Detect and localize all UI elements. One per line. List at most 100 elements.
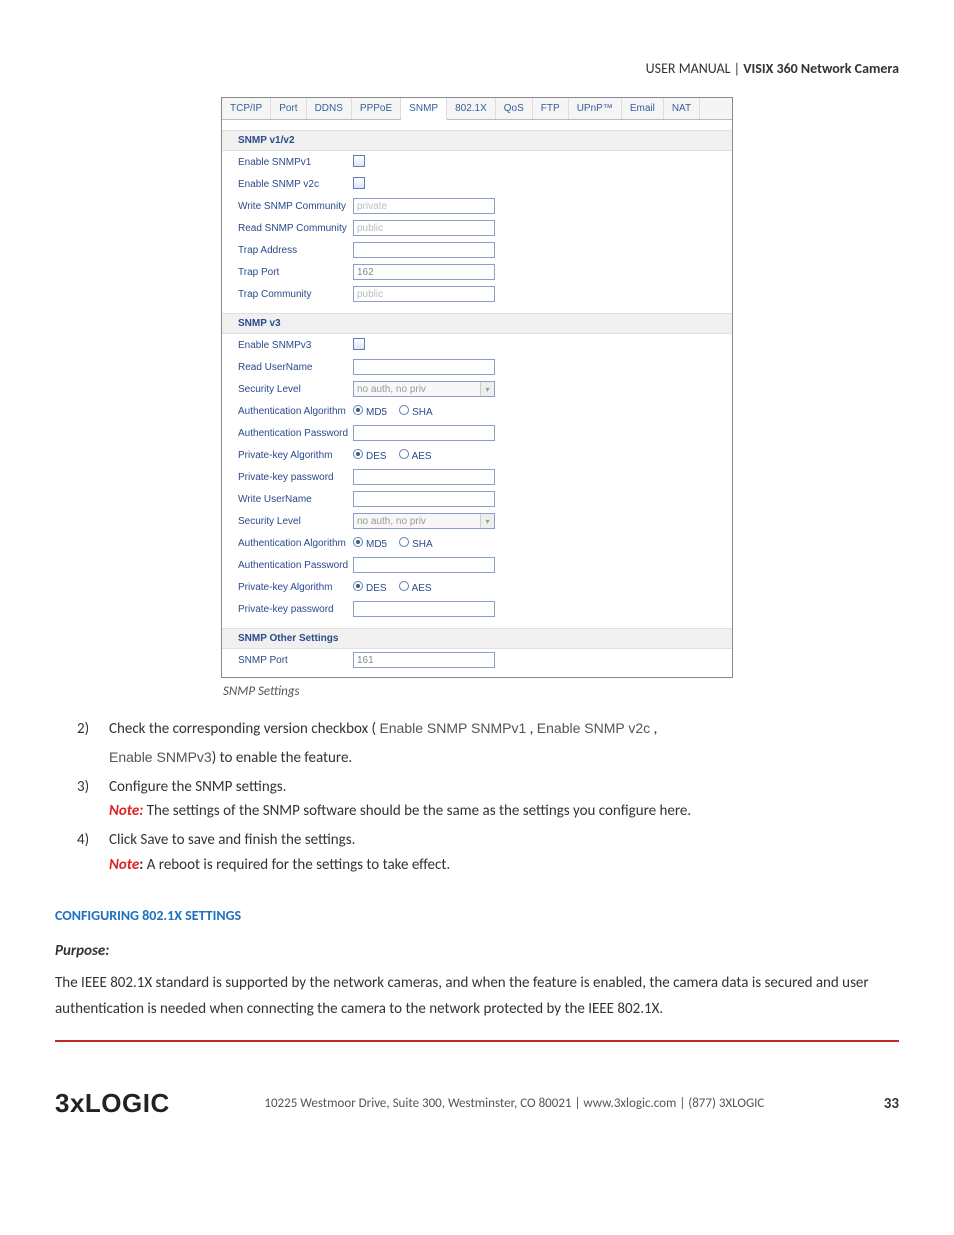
label-auth-password-read: Authentication Password xyxy=(238,428,353,439)
input-snmp-port[interactable] xyxy=(353,652,495,668)
section-snmp-other: SNMP Other Settings xyxy=(222,628,732,649)
step-number: 3) xyxy=(77,775,89,800)
label-pk-algo-read: Private-key Algorithm xyxy=(238,450,353,461)
radio-sha-read[interactable] xyxy=(399,405,409,415)
input-write-username[interactable] xyxy=(353,491,495,507)
input-auth-password-write[interactable] xyxy=(353,557,495,573)
input-trap-address[interactable] xyxy=(353,242,495,258)
input-write-community[interactable] xyxy=(353,198,495,214)
step-3: 3) Configure the SNMP settings. Note: Th… xyxy=(55,775,899,825)
page-number: 33 xyxy=(859,1095,899,1113)
radio-md5-read[interactable] xyxy=(353,405,363,415)
radio-md5-write[interactable] xyxy=(353,537,363,547)
select-value: no auth, no priv xyxy=(357,384,426,395)
page-footer: 3xLOGIC 10225 Westmoor Drive, Suite 300,… xyxy=(55,1088,899,1119)
header-title: VISIX 360 Network Camera xyxy=(743,60,899,77)
select-value: no auth, no priv xyxy=(357,516,426,527)
radio-des-read[interactable] xyxy=(353,449,363,459)
checkbox-enable-snmpv2c[interactable] xyxy=(353,177,365,189)
radio-md5-label: MD5 xyxy=(366,407,387,418)
note-label: Note xyxy=(109,856,139,874)
step-text: ) to enable the feature. xyxy=(212,749,353,767)
tab-tcpip[interactable]: TCP/IP xyxy=(222,98,271,119)
tab-bar: TCP/IP Port DDNS PPPoE SNMP 802.1X QoS F… xyxy=(222,98,732,120)
inline-ui-text: Enable SNMP SNMPv1 xyxy=(379,720,526,736)
label-trap-address: Trap Address xyxy=(238,245,353,256)
radio-des-write[interactable] xyxy=(353,581,363,591)
note-text: A reboot is required for the settings to… xyxy=(143,856,450,874)
step-2-continued: Enable SNMPv3) to enable the feature. xyxy=(55,746,899,771)
radio-sha-label: SHA xyxy=(412,407,433,418)
label-write-community: Write SNMP Community xyxy=(238,201,353,212)
input-read-community[interactable] xyxy=(353,220,495,236)
label-snmp-port: SNMP Port xyxy=(238,655,353,666)
radio-aes-write[interactable] xyxy=(399,581,409,591)
tab-ftp[interactable]: FTP xyxy=(533,98,569,119)
label-security-level-read: Security Level xyxy=(238,384,353,395)
label-auth-algo-write: Authentication Algorithm xyxy=(238,538,353,549)
figure-caption: SNMP Settings xyxy=(221,684,733,699)
input-pk-password-read[interactable] xyxy=(353,469,495,485)
label-write-username: Write UserName xyxy=(238,494,353,505)
tab-pppoe[interactable]: PPPoE xyxy=(352,98,401,119)
radio-aes-read[interactable] xyxy=(399,449,409,459)
footer-divider xyxy=(55,1040,899,1042)
label-read-username: Read UserName xyxy=(238,362,353,373)
step-number: 2) xyxy=(77,717,89,742)
purpose-label: Purpose: xyxy=(55,939,899,964)
label-auth-password-write: Authentication Password xyxy=(238,560,353,571)
radio-sha-write[interactable] xyxy=(399,537,409,547)
tab-snmp[interactable]: SNMP xyxy=(401,98,447,120)
footer-address: 10225 Westmoor Drive, Suite 300, Westmin… xyxy=(170,1096,859,1111)
radio-md5-label: MD5 xyxy=(366,539,387,550)
label-enable-snmpv2c: Enable SNMP v2c xyxy=(238,179,353,190)
snmp-settings-panel: TCP/IP Port DDNS PPPoE SNMP 802.1X QoS F… xyxy=(221,97,733,678)
logo: 3xLOGIC xyxy=(55,1088,170,1119)
tab-qos[interactable]: QoS xyxy=(496,98,533,119)
header-prefix: USER MANUAL | xyxy=(646,60,744,77)
label-pk-password-read: Private-key password xyxy=(238,472,353,483)
radio-des-label: DES xyxy=(366,583,387,594)
purpose-text: The IEEE 802.1X standard is supported by… xyxy=(55,971,899,1022)
label-enable-snmpv3: Enable SNMPv3 xyxy=(238,340,353,351)
checkbox-enable-snmpv3[interactable] xyxy=(353,338,365,350)
input-read-username[interactable] xyxy=(353,359,495,375)
step-2: 2) Check the corresponding version check… xyxy=(55,717,899,742)
radio-aes-label: AES xyxy=(412,451,432,462)
step-4: 4) Click Save to save and finish the set… xyxy=(55,828,899,878)
label-pk-algo-write: Private-key Algorithm xyxy=(238,582,353,593)
label-trap-port: Trap Port xyxy=(238,267,353,278)
chevron-down-icon: ▾ xyxy=(480,514,494,528)
tab-ddns[interactable]: DDNS xyxy=(307,98,352,119)
input-pk-password-write[interactable] xyxy=(353,601,495,617)
tab-nat[interactable]: NAT xyxy=(664,98,700,119)
checkbox-enable-snmpv1[interactable] xyxy=(353,155,365,167)
inline-ui-text: Enable SNMP v2c xyxy=(537,720,650,736)
step-text: Check the corresponding version checkbox… xyxy=(109,720,379,738)
step-text: Configure the SNMP settings. xyxy=(109,778,286,796)
label-security-level-write: Security Level xyxy=(238,516,353,527)
label-auth-algo-read: Authentication Algorithm xyxy=(238,406,353,417)
inline-ui-text: Enable SNMPv3 xyxy=(109,749,212,765)
step-number: 4) xyxy=(77,828,89,853)
section-snmpv3: SNMP v3 xyxy=(222,313,732,334)
input-trap-port[interactable] xyxy=(353,264,495,280)
radio-des-label: DES xyxy=(366,451,387,462)
select-security-level-write[interactable]: no auth, no priv ▾ xyxy=(353,513,495,529)
select-security-level-read[interactable]: no auth, no priv▾ xyxy=(353,381,495,397)
input-auth-password-read[interactable] xyxy=(353,425,495,441)
document-body: 2) Check the corresponding version check… xyxy=(55,717,899,1022)
tab-port[interactable]: Port xyxy=(271,98,306,119)
tab-upnp[interactable]: UPnP™ xyxy=(569,98,622,119)
label-trap-community: Trap Community xyxy=(238,289,353,300)
label-read-community: Read SNMP Community xyxy=(238,223,353,234)
tab-email[interactable]: Email xyxy=(622,98,664,119)
radio-sha-label: SHA xyxy=(412,539,433,550)
label-enable-snmpv1: Enable SNMPv1 xyxy=(238,157,353,168)
input-trap-community[interactable] xyxy=(353,286,495,302)
radio-aes-label: AES xyxy=(412,583,432,594)
section-snmp12: SNMP v1/v2 xyxy=(222,130,732,151)
note-text: The settings of the SNMP software should… xyxy=(143,802,691,820)
tab-8021x[interactable]: 802.1X xyxy=(447,98,496,119)
note-label: Note: xyxy=(109,802,143,820)
